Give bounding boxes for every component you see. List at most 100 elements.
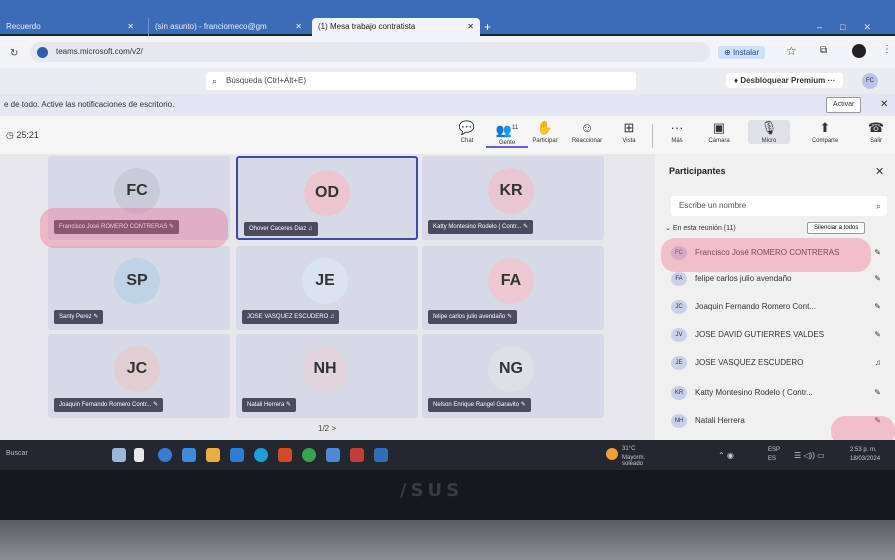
bookmark-star-icon[interactable]: ☆ [786, 44, 797, 58]
participant-name: Nelson Enrique Rangel Garavito ✎ [428, 398, 531, 412]
mic-off-icon: ✎ [874, 274, 881, 283]
reload-icon[interactable]: ↻ [10, 48, 18, 59]
close-tab-icon[interactable]: ✕ [127, 18, 134, 36]
mic-off-icon: ✎ [874, 248, 881, 257]
browser-tab-strip: Recuerdo ✕ (sin asunto) - franciomeco@gm ✕… [0, 0, 895, 36]
participant-row[interactable]: JE JOSE VASQUEZ ESCUDERO ♫ [665, 352, 887, 374]
browser-tab[interactable]: Recuerdo ✕ [0, 18, 140, 36]
avatar: JE [302, 258, 348, 304]
avatar: NH [302, 346, 348, 392]
participant-row[interactable]: JC Joaquin Fernando Romero Cont... ✎ [665, 296, 887, 318]
camera-button[interactable]: ▣ Cámara [698, 120, 740, 144]
teams-search-input[interactable]: ⌕ Búsqueda (Ctrl+Alt+E) [206, 72, 636, 90]
participant-tile[interactable]: SP Santy Perez ✎ [48, 246, 230, 330]
raise-label: Participar [532, 138, 558, 144]
people-button[interactable]: 👥11 Gente [486, 120, 528, 149]
avatar: JC [671, 300, 687, 314]
close-tab-icon[interactable]: ✕ [295, 18, 302, 36]
file-explorer-icon[interactable] [206, 448, 220, 462]
participant-tile[interactable]: NG Nelson Enrique Rangel Garavito ✎ [422, 334, 604, 418]
mute-all-button[interactable]: Silenciar a todos [807, 222, 866, 234]
section-header[interactable]: ⌄ En esta reunión (11) [665, 224, 736, 232]
grid-icon: ⊞ [623, 120, 635, 135]
task-view-icon[interactable] [134, 448, 144, 462]
participants-panel: Participantes ✕ Escribe un nombre ⌕ ⌄ En… [655, 154, 895, 446]
clock-date: 18/03/2024 [850, 456, 881, 462]
camera-off-icon: ▣ [712, 120, 726, 135]
close-icon[interactable]: ✕ [875, 165, 884, 178]
taskbar-search[interactable]: Buscar [6, 450, 28, 457]
install-button[interactable]: ⊕ Instalar [718, 46, 766, 59]
browser-tab[interactable]: (sin asunto) - franciomeco@gm ✕ [148, 18, 308, 36]
app-icon[interactable] [374, 448, 388, 462]
participant-name: Joaquin Fernando Romero Contr... ✎ [54, 398, 164, 412]
participant-row[interactable]: KR Katty Montesino Rodelo ( Contr... ✎ [665, 382, 887, 404]
notification-text: e de todo. Active las notificaciones de … [4, 100, 175, 109]
name-text: Nelson Enrique Rangel Garavito [433, 402, 520, 408]
participant-tile-active[interactable]: OD Ohover Caceres Diaz ♫ [236, 156, 418, 240]
react-button[interactable]: ☺ Reaccionar [566, 120, 608, 144]
name-text: Natali Herrera [247, 402, 285, 408]
close-tab-icon[interactable]: ✕ [467, 18, 474, 36]
premium-label: Desbloquear Premium [740, 76, 826, 85]
photos-icon[interactable] [182, 448, 196, 462]
user-avatar[interactable]: FC [862, 73, 878, 89]
mail-icon[interactable] [230, 448, 244, 462]
app-icon[interactable] [350, 448, 364, 462]
mic-off-icon: ✎ [874, 302, 881, 311]
page-indicator[interactable]: 1/2 > [318, 424, 336, 433]
avatar: OD [304, 170, 350, 216]
address-bar[interactable]: teams.microsoft.com/v2/ [30, 42, 710, 62]
chat-button[interactable]: 💬 Chat [446, 120, 488, 144]
activate-notifications-button[interactable]: Activar [826, 97, 862, 113]
participant-tile[interactable]: JE JOSE VASQUEZ ESCUDERO ♫ [236, 246, 418, 330]
system-tray[interactable]: ⌃ ◉ [718, 451, 734, 460]
more-button[interactable]: ··· Más [656, 120, 698, 144]
panel-title: Participantes [669, 166, 726, 176]
mic-off-icon: 🎙 [760, 120, 778, 135]
name-text: felipe carlos julio avendaño [433, 314, 506, 320]
unlock-premium-button[interactable]: ♦ Desbloquear Premium ··· [726, 73, 844, 88]
mic-off-icon: ✎ [286, 402, 292, 408]
browser-tab-active[interactable]: (1) Mesa trabajo contratista ✕ [312, 18, 480, 36]
participant-tile[interactable]: NH Natali Herrera ✎ [236, 334, 418, 418]
raise-hand-button[interactable]: ✋ Participar [524, 120, 566, 144]
app-icon[interactable] [326, 448, 340, 462]
participant-name: Santy Perez ✎ [54, 310, 104, 324]
participant-tile[interactable]: KR Katty Montesino Rodelo ( Contr... ✎ [422, 156, 604, 240]
participant-row[interactable]: JV JOSE DAVID GUTIERRES VALDES ✎ [665, 324, 887, 346]
taskbar-clock[interactable]: 2:53 p. m. 18/03/2024 [850, 446, 880, 464]
browser-menu-icon[interactable]: ⋮ [882, 44, 892, 55]
language-indicator[interactable]: ESP ES [768, 446, 780, 464]
mic-off-icon: ✎ [520, 402, 526, 408]
office-icon[interactable] [278, 448, 292, 462]
share-label: Comparte [811, 138, 839, 144]
view-button[interactable]: ⊞ Vista [608, 120, 650, 144]
profile-avatar[interactable] [852, 44, 866, 58]
mic-icon: ♫ [329, 314, 335, 320]
windows-taskbar: Buscar 31°C Mayorm. soleado ⌃ ◉ ESP ES ☰ … [0, 440, 895, 470]
mic-off-icon: ✎ [507, 314, 513, 320]
chrome-icon[interactable] [158, 448, 172, 462]
participant-search-input[interactable]: Escribe un nombre ⌕ [671, 196, 887, 216]
tab-label: (1) Mesa trabajo contratista [318, 22, 416, 31]
leave-button[interactable]: ☎ Salir [858, 120, 894, 144]
participant-tile[interactable]: FA felipe carlos julio avendaño ✎ [422, 246, 604, 330]
close-icon[interactable]: ✕ [880, 94, 888, 116]
mic-button[interactable]: 🎙 Micro [748, 120, 790, 144]
chat-icon: 💬 [458, 120, 476, 135]
avatar: NG [488, 346, 534, 392]
participant-tile[interactable]: JC Joaquin Fernando Romero Contr... ✎ [48, 334, 230, 418]
widgets-icon[interactable] [112, 448, 126, 462]
extensions-icon[interactable]: ⧉ [820, 45, 827, 56]
mic-off-icon: ✎ [523, 224, 529, 230]
browser-icon[interactable] [302, 448, 316, 462]
network-volume-icons[interactable]: ☰ ◁)) ▭ [794, 451, 825, 460]
laptop-bezel: /SUS [0, 470, 895, 520]
share-button[interactable]: ⬆ Comparte [804, 120, 846, 144]
edge-icon[interactable] [254, 448, 268, 462]
share-icon: ⬆ [819, 120, 831, 135]
new-tab-button[interactable]: + [484, 18, 491, 36]
window-controls[interactable]: –□✕ [817, 22, 889, 33]
mic-off-icon: ✎ [93, 314, 99, 320]
